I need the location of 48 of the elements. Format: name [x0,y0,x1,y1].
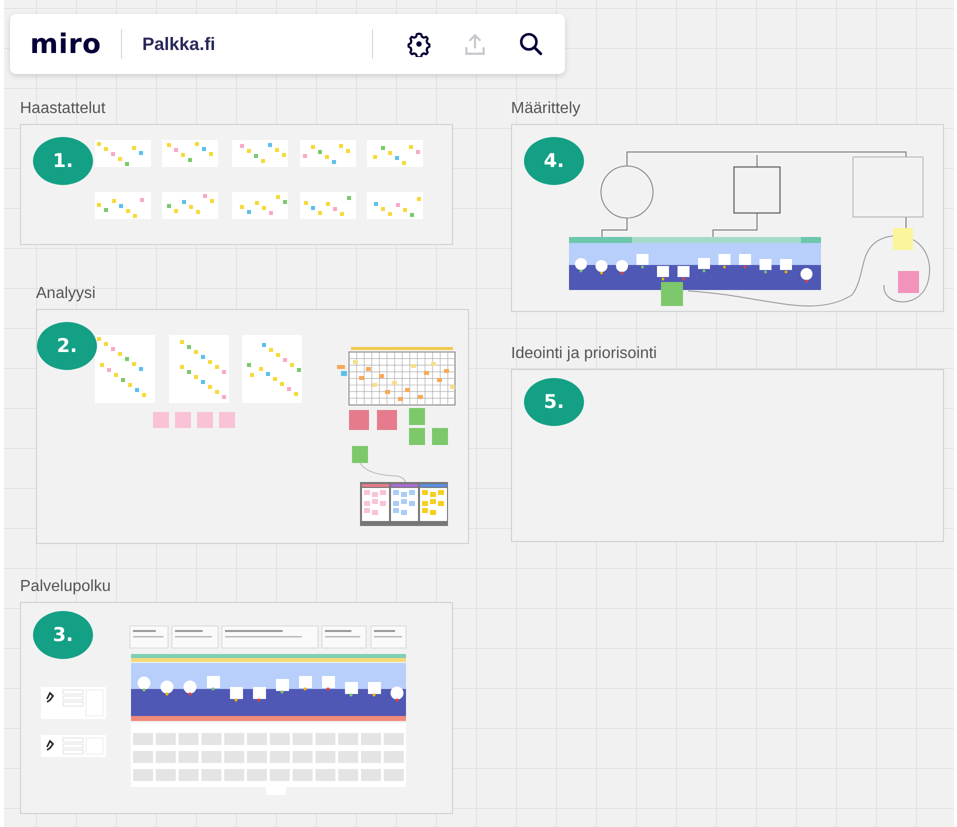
board-name[interactable]: Palkka.fi [142,34,216,54]
sticky-note [661,282,683,306]
sticky-note [175,412,191,428]
miro-logo[interactable]: miro [30,28,102,60]
analysis-sheet-drawing [169,335,229,403]
number-badge: 2. [37,322,97,370]
square-shape [733,166,781,214]
sticky-note [352,446,368,463]
number-badge: 3. [33,611,93,659]
frame-title[interactable]: Ideointi ja priorisointi [511,345,944,369]
sticky-note [153,412,169,428]
sticky-note [898,271,919,293]
analysis-sheet-drawing [242,335,302,403]
interview-notes-drawing [232,192,288,219]
circle-shape [600,166,654,218]
interview-notes-drawing [300,140,356,167]
interview-notes-drawing [232,140,288,167]
interview-notes-drawing [162,192,218,219]
sticky-note [349,410,369,430]
analysis-sheet-drawing [95,335,155,403]
interview-notes-drawing [367,140,423,167]
info-card-drawing [172,626,218,648]
sticky-note [893,228,913,250]
frame-title[interactable]: Palvelupolku [20,578,453,602]
info-card-drawing [130,626,168,648]
connector-line [360,462,406,482]
interview-notes-drawing [367,192,423,219]
sticky-note [409,408,425,425]
number-badge: 5. [524,378,584,426]
interview-notes-drawing [95,140,151,167]
frame-title[interactable]: Analyysi [36,285,469,309]
sticky-note [377,410,397,430]
sticky-note [409,428,425,445]
persona-card-drawing [41,687,106,719]
frame-title[interactable]: Haastattelut [20,100,453,124]
interview-notes-drawing [162,140,218,167]
frame-title[interactable]: Määrittely [511,100,944,124]
number-badge: 4. [524,137,584,185]
info-card-drawing [322,626,366,648]
square-shape [852,156,924,218]
sticky-note [219,412,235,428]
interview-notes-drawing [95,192,151,219]
number-badge: 1. [33,137,93,185]
sticky-note [197,412,213,428]
interview-notes-drawing [300,192,356,219]
sticky-note [432,428,448,445]
persona-card-drawing [41,735,106,757]
info-card-drawing [370,626,406,648]
